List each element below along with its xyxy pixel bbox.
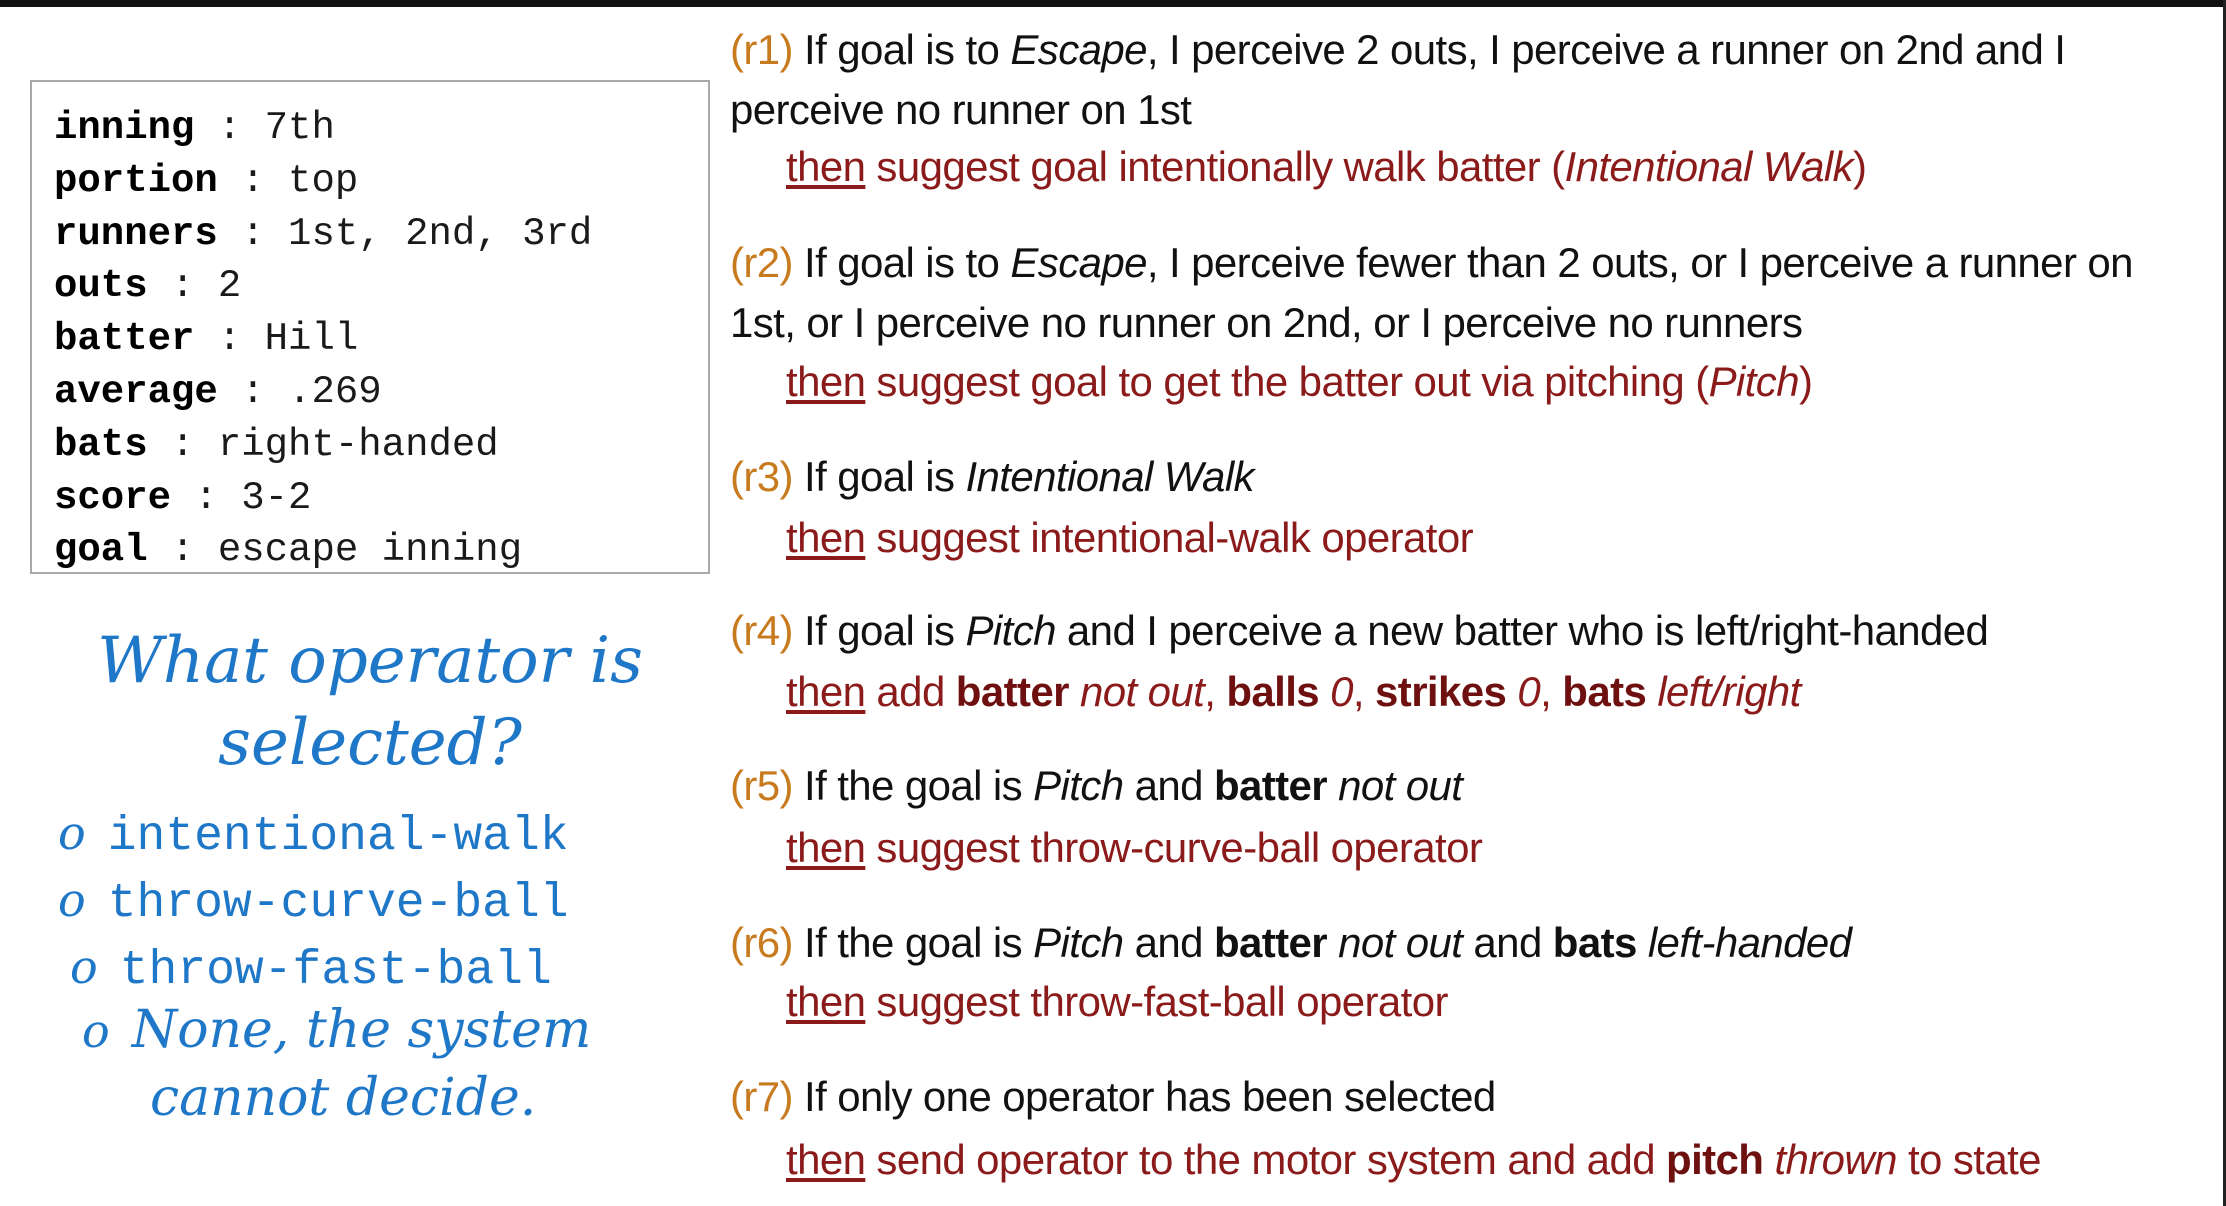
state-row-batter: batter : Hill bbox=[54, 317, 359, 362]
state-row-score: score : 3-2 bbox=[54, 475, 312, 520]
option-none-continued: cannot decide. bbox=[150, 1068, 537, 1128]
option-intentional-walk[interactable]: o intentional-walk bbox=[58, 806, 569, 864]
option-label: throw-fast-ball bbox=[119, 944, 552, 998]
then-keyword: then bbox=[786, 1136, 866, 1183]
option-label: intentional-walk bbox=[107, 810, 569, 864]
rule-r1-condition: (r1) If goal is to Escape, I perceive 2 … bbox=[730, 26, 2066, 133]
rule-id: (r3) bbox=[730, 453, 794, 500]
then-keyword: then bbox=[786, 978, 866, 1025]
option-throw-fast-ball[interactable]: o throw-fast-ball bbox=[70, 940, 552, 998]
then-keyword: then bbox=[786, 358, 866, 405]
then-keyword: then bbox=[786, 668, 866, 715]
question-line-1: What operator is bbox=[97, 624, 643, 698]
question-line-2: selected? bbox=[218, 706, 522, 780]
rule-id: (r6) bbox=[730, 919, 794, 966]
rule-r7-action: then send operator to the motor system a… bbox=[786, 1136, 2042, 1183]
state-row-average: average : .269 bbox=[54, 369, 382, 414]
option-label: throw-curve-ball bbox=[107, 877, 569, 931]
top-border bbox=[0, 0, 2226, 7]
option-bullet: o bbox=[82, 1004, 110, 1058]
state-row-bats: bats : right-handed bbox=[54, 422, 499, 467]
option-bullet: o bbox=[58, 806, 86, 860]
rule-id: (r5) bbox=[730, 762, 794, 809]
rule-id: (r2) bbox=[730, 239, 794, 286]
rule-r1-action: then suggest goal intentionally walk bat… bbox=[786, 143, 1867, 190]
option-throw-curve-ball[interactable]: o throw-curve-ball bbox=[58, 873, 569, 931]
option-bullet: o bbox=[70, 940, 98, 994]
rule-r6-action: then suggest throw-fast-ball operator bbox=[786, 978, 1448, 1025]
rule-id: (r1) bbox=[730, 26, 794, 73]
rule-id: (r4) bbox=[730, 607, 794, 654]
option-bullet: o bbox=[58, 873, 86, 927]
state-box: inning : 7th portion : top runners : 1st… bbox=[30, 80, 710, 574]
state-row-outs: outs : 2 bbox=[54, 264, 242, 309]
state-row-inning: inning : 7th bbox=[54, 106, 335, 150]
then-keyword: then bbox=[786, 143, 866, 190]
rule-r2-condition: (r2) If goal is to Escape, I perceive fe… bbox=[730, 239, 2134, 346]
rule-r4-action: then add batter not out, balls 0, strike… bbox=[786, 668, 1801, 715]
state-row-portion: portion : top bbox=[54, 158, 359, 203]
rule-r2-action: then suggest goal to get the batter out … bbox=[786, 358, 1813, 405]
rule-r3-condition: (r3) If goal is Intentional Walk bbox=[730, 453, 1255, 500]
option-label: None, the system bbox=[131, 1000, 592, 1060]
option-none[interactable]: o None, the system bbox=[82, 1000, 591, 1060]
then-keyword: then bbox=[786, 824, 866, 871]
question-heading: What operator is selected? bbox=[30, 620, 710, 784]
state-row-goal: goal : escape inning bbox=[54, 528, 523, 573]
then-keyword: then bbox=[786, 514, 866, 561]
rule-r4-condition: (r4) If goal is Pitch and I perceive a n… bbox=[730, 607, 1989, 654]
rule-r5-action: then suggest throw-curve-ball operator bbox=[786, 824, 1483, 871]
rule-r3-action: then suggest intentional-walk operator bbox=[786, 514, 1474, 561]
state-row-runners: runners : 1st, 2nd, 3rd bbox=[54, 211, 593, 256]
rule-r5-condition: (r5) If the goal is Pitch and batter not… bbox=[730, 762, 1463, 809]
rule-id: (r7) bbox=[730, 1073, 794, 1120]
rule-r7-condition: (r7) If only one operator has been selec… bbox=[730, 1073, 1496, 1120]
rule-r6-condition: (r6) If the goal is Pitch and batter not… bbox=[730, 919, 1852, 966]
